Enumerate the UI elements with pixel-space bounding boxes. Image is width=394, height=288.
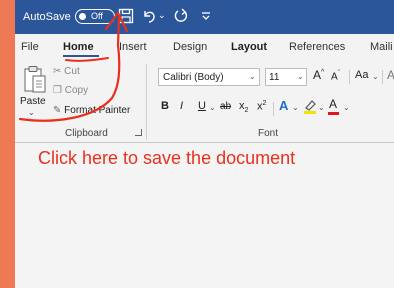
annotation-arrow <box>18 11 129 122</box>
